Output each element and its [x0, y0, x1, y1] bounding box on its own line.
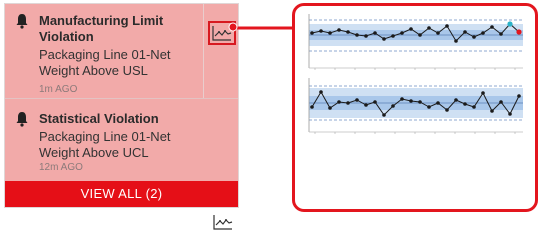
- range-chart: [308, 78, 523, 134]
- bell-icon: [16, 14, 28, 29]
- individuals-chart: [308, 14, 523, 70]
- callout-connector: [233, 26, 293, 30]
- control-chart-preview: [308, 14, 523, 134]
- alert-title: Manufacturing Limit Violation: [39, 13, 164, 44]
- alert-title: Statistical Violation: [39, 111, 159, 126]
- callout-dot: [228, 22, 238, 32]
- chart-preview-popup: [292, 3, 538, 212]
- alerts-panel: Manufacturing Limit Violation Packaging …: [4, 3, 239, 230]
- divider: [203, 4, 204, 98]
- alert-item-statistical[interactable]: Statistical Violation Packaging Line 01-…: [5, 99, 238, 230]
- alert-item-manufacturing-limit[interactable]: Manufacturing Limit Violation Packaging …: [5, 4, 238, 98]
- alert-timestamp: 1m AGO: [39, 84, 78, 95]
- bell-icon: [16, 112, 28, 127]
- alert-description: Packaging Line 01-Net Weight Above UCL: [39, 129, 171, 160]
- alert-description: Packaging Line 01-Net Weight Above USL: [39, 47, 171, 78]
- view-all-button[interactable]: VIEW ALL (2): [5, 181, 238, 207]
- control-chart-icon: [213, 215, 233, 230]
- view-chart-button[interactable]: [210, 211, 236, 233]
- alert-timestamp: 12m AGO: [39, 162, 83, 173]
